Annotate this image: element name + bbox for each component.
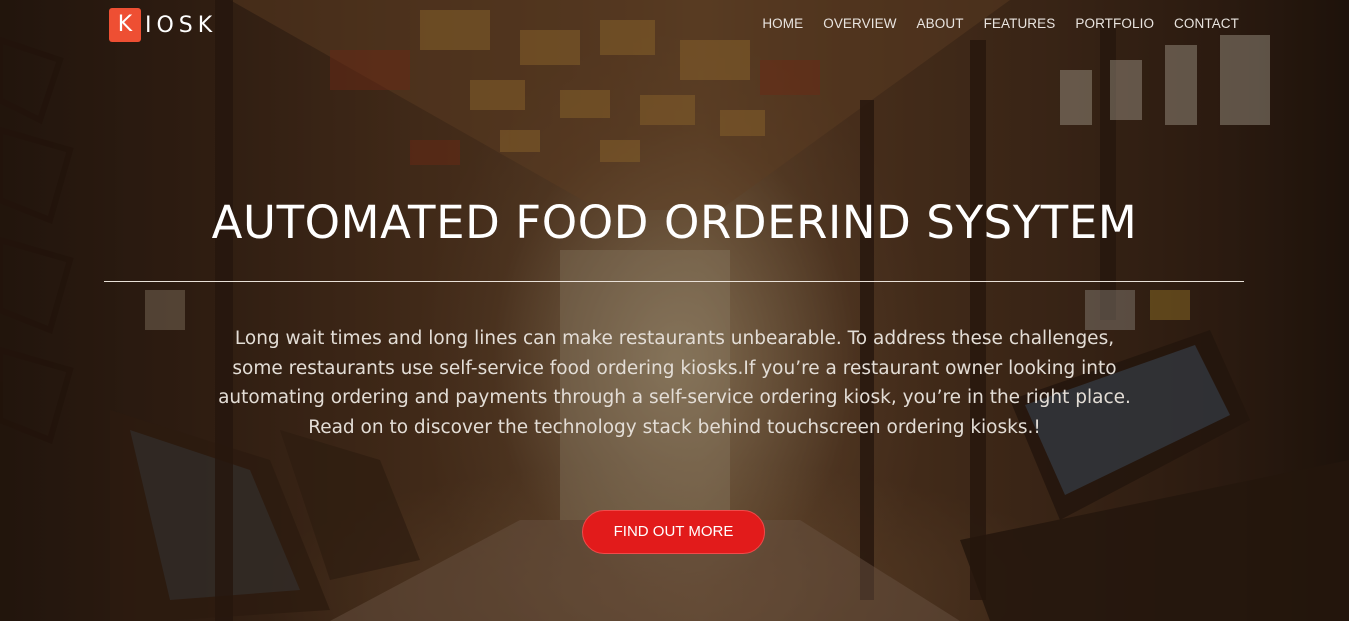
find-out-more-button[interactable]: FIND OUT MORE — [582, 510, 765, 554]
nav-item-home[interactable]: HOME — [752, 16, 813, 32]
hero-title: AUTOMATED FOOD ORDERIND SYSYTEM — [211, 196, 1138, 249]
hero-divider — [104, 281, 1244, 282]
nav-item-portfolio[interactable]: PORTFOLIO — [1065, 16, 1164, 32]
hero-description: Long wait times and long lines can make … — [218, 328, 1131, 438]
brand-logo-text: IOSK — [145, 12, 218, 38]
nav-item-overview[interactable]: OVERVIEW — [813, 16, 906, 32]
main-nav: HOME OVERVIEW ABOUT FEATURES PORTFOLIO C… — [752, 16, 1249, 32]
hero-section: K IOSK HOME OVERVIEW ABOUT FEATURES PORT… — [0, 0, 1349, 621]
nav-item-contact[interactable]: CONTACT — [1164, 16, 1249, 32]
nav-item-features[interactable]: FEATURES — [974, 16, 1066, 32]
brand-logo-mark: K — [109, 8, 141, 42]
brand-logo[interactable]: K IOSK — [109, 8, 217, 42]
nav-item-about[interactable]: ABOUT — [907, 16, 974, 32]
